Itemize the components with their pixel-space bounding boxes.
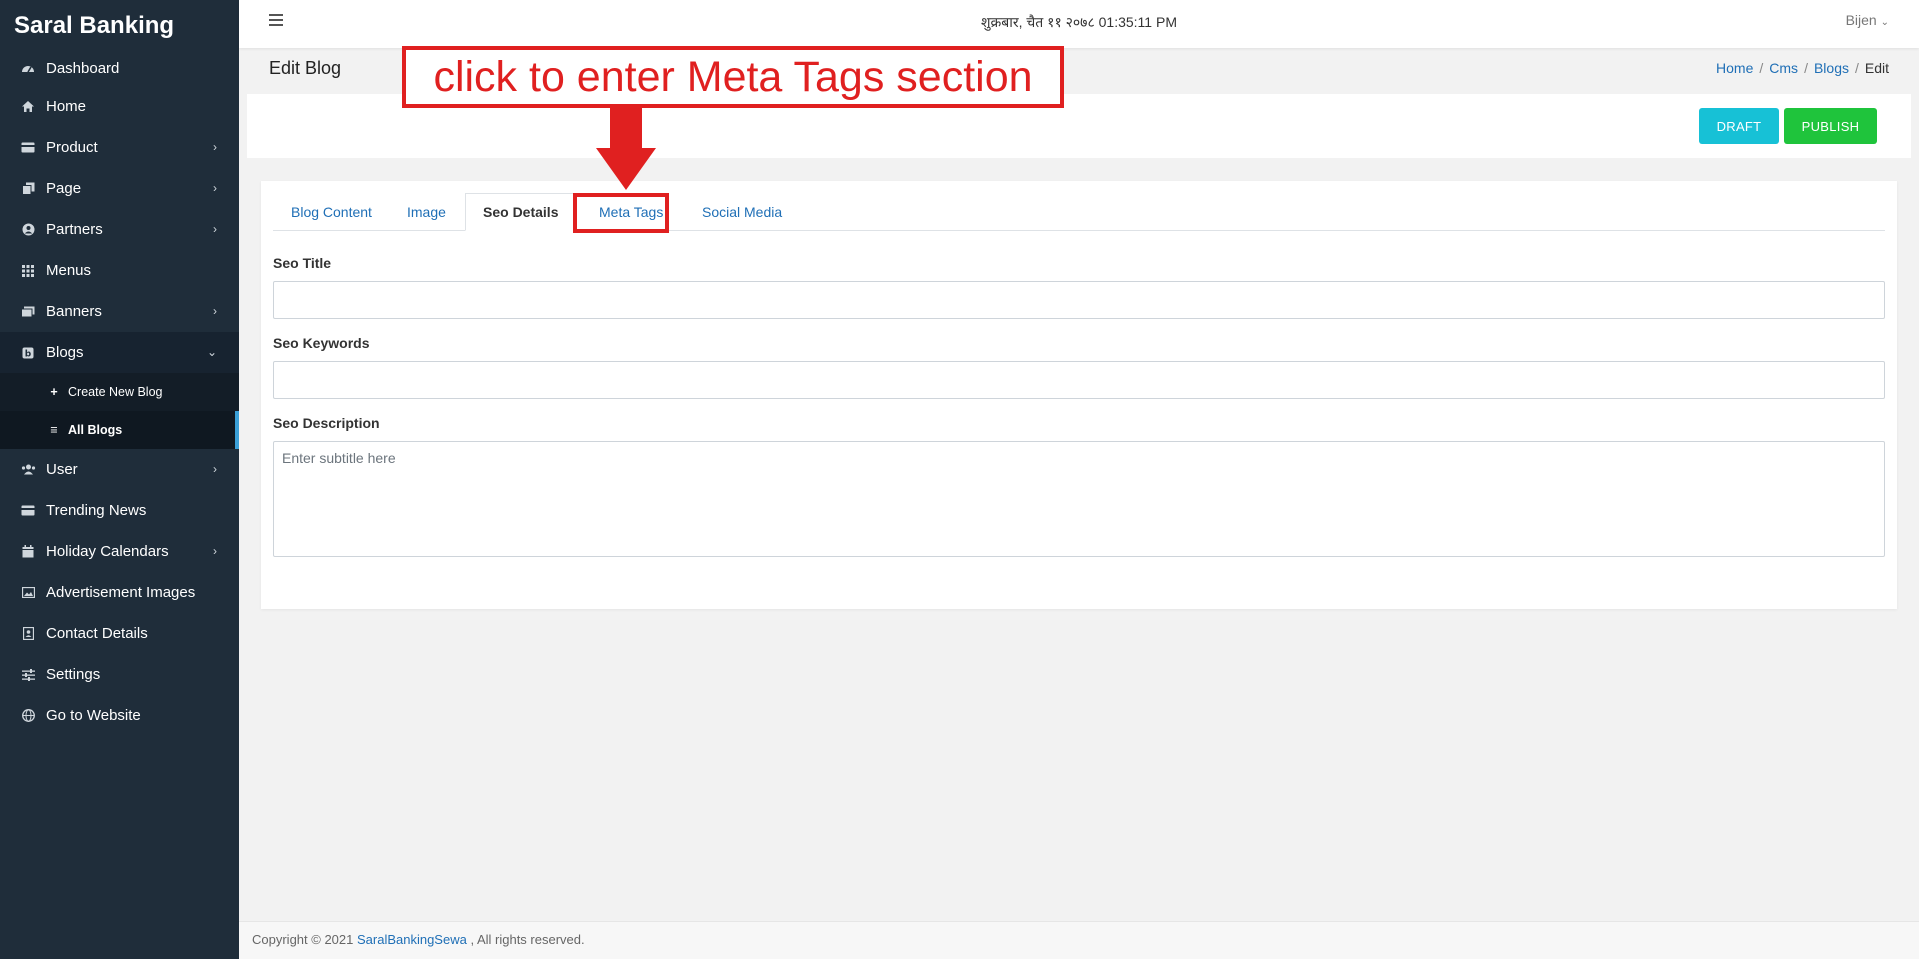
- chevron-down-icon: ⌄: [1880, 17, 1889, 28]
- seo-title-label: Seo Title: [273, 255, 332, 271]
- sidebar-subitem-all-blogs[interactable]: ≡ All Blogs: [0, 411, 239, 449]
- contact-icon: [20, 626, 36, 642]
- tab-seo-details[interactable]: Seo Details: [465, 193, 577, 231]
- breadcrumb-home[interactable]: Home: [1716, 60, 1753, 76]
- sidebar-item-advertisement-images[interactable]: Advertisement Images: [0, 572, 239, 613]
- sidebar-subitem-label: All Blogs: [68, 423, 123, 437]
- list-icon: ≡: [50, 423, 58, 437]
- sidebar-item-label: Dashboard: [46, 59, 120, 77]
- current-datetime: शुक्रबार, चैत ११ २०७८ 01:35:11 PM: [981, 14, 1177, 30]
- top-bar: शुक्रबार, चैत ११ २०७८ 01:35:11 PM Bijen …: [239, 0, 1919, 48]
- sliders-icon: [20, 667, 36, 683]
- user-circle-icon: [20, 222, 36, 238]
- card-icon: [20, 140, 36, 156]
- seo-form-card: Blog Content Image Seo Details Meta Tags…: [261, 181, 1897, 609]
- breadcrumb-current: Edit: [1864, 60, 1889, 76]
- seo-keywords-input[interactable]: [273, 361, 1885, 399]
- draft-button[interactable]: DRAFT: [1699, 108, 1779, 144]
- copy-icon: [20, 181, 36, 197]
- globe-icon: [20, 708, 36, 724]
- chevron-right-icon: ›: [213, 304, 217, 318]
- seo-title-input[interactable]: [273, 281, 1885, 319]
- sidebar-subitem-label: Create New Blog: [68, 385, 163, 399]
- brand-logo[interactable]: Saral Banking: [0, 0, 239, 50]
- sidebar: Saral Banking Dashboard Home Product › P…: [0, 0, 239, 959]
- sidebar-item-label: Blogs: [46, 344, 84, 361]
- sidebar-item-label: Home: [46, 98, 87, 115]
- sidebar-item-label: Page: [46, 180, 82, 197]
- seo-description-textarea[interactable]: Enter subtitle here: [273, 441, 1885, 557]
- image-icon: [20, 585, 36, 601]
- sidebar-item-label: Go to Website: [46, 707, 141, 724]
- breadcrumb-separator: /: [1854, 60, 1859, 76]
- users-icon: [20, 462, 36, 478]
- seo-description-label: Seo Description: [273, 415, 380, 431]
- breadcrumb-cms[interactable]: Cms: [1769, 60, 1798, 76]
- sidebar-item-holiday-calendars[interactable]: Holiday Calendars ›: [0, 531, 239, 572]
- chevron-down-icon: ⌄: [206, 345, 217, 359]
- sidebar-item-label: Contact Details: [46, 625, 148, 642]
- footer-copyright: Copyright © 2021: [252, 932, 357, 947]
- seo-keywords-label: Seo Keywords: [273, 335, 370, 351]
- tab-image[interactable]: Image: [407, 193, 446, 231]
- sidebar-item-partners[interactable]: Partners ›: [0, 209, 239, 250]
- card-icon: [20, 503, 36, 519]
- sidebar-item-product[interactable]: Product ›: [0, 127, 239, 168]
- chevron-right-icon: ›: [213, 140, 217, 154]
- sidebar-item-menus[interactable]: Menus: [0, 250, 239, 291]
- chevron-right-icon: ›: [213, 222, 217, 236]
- sidebar-item-label: Menus: [46, 262, 92, 279]
- sidebar-item-label: Banners: [46, 303, 102, 320]
- home-icon: [20, 99, 36, 115]
- annotation-arrow-icon: [596, 108, 656, 190]
- calendar-icon: [20, 544, 36, 560]
- breadcrumb-separator: /: [1759, 60, 1764, 76]
- sidebar-item-blogs[interactable]: b Blogs ⌄: [0, 332, 239, 373]
- annotation-highlight-box: [573, 193, 669, 233]
- sidebar-item-go-to-website[interactable]: Go to Website: [0, 695, 239, 736]
- breadcrumb-blogs[interactable]: Blogs: [1814, 60, 1849, 76]
- page-title: Edit Blog: [269, 58, 342, 78]
- sidebar-item-trending-news[interactable]: Trending News: [0, 490, 239, 531]
- footer-rights: , All rights reserved.: [466, 932, 585, 947]
- tab-blog-content[interactable]: Blog Content: [291, 193, 372, 231]
- blog-icon: b: [20, 345, 36, 361]
- sidebar-item-label: Holiday Calendars: [46, 543, 169, 560]
- annotation-callout: click to enter Meta Tags section: [402, 46, 1064, 108]
- sidebar-item-user[interactable]: User ›: [0, 449, 239, 490]
- user-name: Bijen: [1845, 12, 1877, 28]
- sidebar-item-banners[interactable]: Banners ›: [0, 291, 239, 332]
- sidebar-item-label: Settings: [46, 666, 101, 683]
- sidebar-item-home[interactable]: Home: [0, 86, 239, 127]
- dashboard-icon: [20, 60, 36, 76]
- svg-text:b: b: [25, 349, 32, 359]
- breadcrumb: Home / Cms / Blogs / Edit: [1716, 60, 1889, 76]
- sidebar-item-page[interactable]: Page ›: [0, 168, 239, 209]
- tab-social-media[interactable]: Social Media: [702, 193, 782, 231]
- footer-link[interactable]: SaralBankingSewa: [357, 932, 467, 947]
- grid-icon: [20, 263, 36, 279]
- sidebar-item-label: Product: [46, 139, 98, 156]
- sidebar-item-label: Partners: [46, 221, 103, 238]
- footer: Copyright © 2021 SaralBankingSewa , All …: [239, 921, 1919, 959]
- publish-button[interactable]: PUBLISH: [1784, 108, 1877, 144]
- sidebar-item-label: Advertisement Images: [46, 584, 196, 601]
- sidebar-item-contact-details[interactable]: Contact Details: [0, 613, 239, 654]
- sidebar-item-label: Trending News: [46, 502, 147, 519]
- tab-bar: Blog Content Image Seo Details Meta Tags…: [273, 193, 1885, 231]
- images-icon: [20, 304, 36, 320]
- chevron-right-icon: ›: [213, 544, 217, 558]
- user-menu[interactable]: Bijen ⌄: [1846, 12, 1889, 28]
- sidebar-item-dashboard[interactable]: Dashboard: [0, 50, 239, 86]
- sidebar-item-settings[interactable]: Settings: [0, 654, 239, 695]
- breadcrumb-separator: /: [1804, 60, 1808, 76]
- sidebar-subitem-create-new-blog[interactable]: + Create New Blog: [0, 373, 239, 411]
- blogs-section: b Blogs ⌄ + Create New Blog ≡ All Blogs: [0, 332, 239, 449]
- chevron-right-icon: ›: [213, 462, 217, 476]
- plus-icon: +: [50, 385, 58, 399]
- sidebar-item-label: User: [46, 461, 78, 478]
- chevron-right-icon: ›: [213, 181, 217, 195]
